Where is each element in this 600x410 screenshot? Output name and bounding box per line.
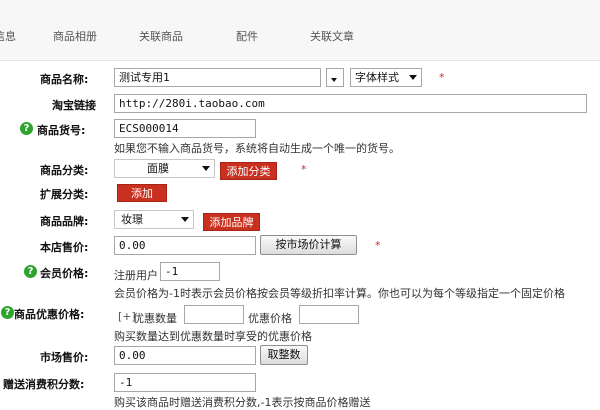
goods-sn-label: 商品货号: [37,124,86,137]
goods-name-label: 商品名称: [40,73,89,86]
member-price-label: 会员价格: [40,267,89,280]
goods-sn-note: 如果您不输入商品货号，系统将自动生成一个唯一的货号。 [114,142,400,155]
tab-related-articles[interactable]: 关联文章 [310,28,354,44]
give-points-note: 购买该商品时赠送消费积分数,-1表示按商品价格赠送 [114,396,371,409]
ext-category-label: 扩展分类: [40,188,89,201]
volume-qty-input[interactable] [184,305,244,324]
volume-price-note: 购买数量达到优惠数量时享受的优惠价格 [114,330,312,343]
category-label: 商品分类: [40,164,89,177]
give-points-label: 赠送消费积分数: [3,378,85,391]
member-price-note: 会员价格为-1时表示会员价格按会员等级折扣率计算。你也可以为每个等级指定一个固定… [114,287,565,300]
user-rank-label: 注册用户 [114,269,158,282]
brand-value: 妆璟 [121,213,143,226]
font-style-select[interactable]: 字体样式 [350,68,422,87]
chevron-down-icon [202,166,210,171]
help-icon[interactable]: ? [24,265,37,278]
volume-price-label: 商品优惠价格: [14,308,85,321]
round-integer-button[interactable]: 取整数 [260,345,308,365]
required-mark: * [439,71,445,84]
goods-name-input[interactable]: 测试专用1 [114,68,321,87]
chevron-down-icon [331,78,337,82]
brand-label: 商品品牌: [40,215,89,228]
volume-price-input[interactable] [299,305,359,324]
color-picker[interactable] [326,68,344,87]
volume-qty-label: 优惠数量 [133,312,177,325]
taobao-link-input[interactable]: http://280i.taobao.com [114,94,587,113]
tab-bar: 信息 商品相册 关联商品 配件 关联文章 [0,0,600,61]
category-value: 面膜 [147,162,169,175]
chevron-down-icon [409,75,417,80]
required-mark: * [375,239,381,252]
chevron-down-icon [181,217,189,222]
font-style-value: 字体样式 [355,71,399,84]
shop-price-label: 本店售价: [40,241,89,254]
add-brand-button[interactable]: 添加品牌 [203,213,260,231]
calc-by-market-price-button[interactable]: 按市场价计算 [260,235,357,255]
tab-basic-info[interactable]: 信息 [0,28,16,44]
give-points-input[interactable]: -1 [114,373,256,392]
shop-price-input[interactable]: 0.00 [114,236,256,255]
market-price-input[interactable]: 0.00 [114,346,256,365]
member-price-input[interactable]: -1 [160,262,220,281]
category-select[interactable]: 面膜 [114,159,215,178]
add-ext-category-button[interactable]: 添加 [117,184,167,202]
taobao-link-label: 淘宝链接 [52,99,96,112]
tab-gallery[interactable]: 商品相册 [53,28,97,44]
add-category-button[interactable]: 添加分类 [220,162,277,180]
goods-sn-input[interactable]: ECS000014 [114,119,256,138]
help-icon[interactable]: ? [20,122,33,135]
tab-related-goods[interactable]: 关联商品 [139,28,183,44]
required-mark: * [301,163,307,176]
help-icon[interactable]: ? [1,306,14,319]
brand-select[interactable]: 妆璟 [114,210,194,229]
market-price-label: 市场售价: [40,351,89,364]
tab-accessories[interactable]: 配件 [236,28,258,44]
volume-price-text: 优惠价格 [248,312,292,325]
